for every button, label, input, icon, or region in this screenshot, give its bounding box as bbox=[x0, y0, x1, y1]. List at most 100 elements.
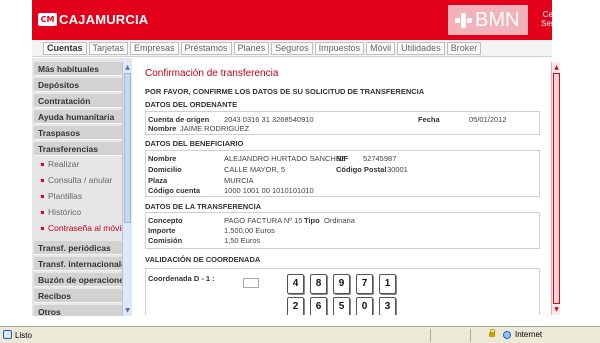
bmn-dots-icon bbox=[455, 13, 473, 28]
tipo-label: Tipo bbox=[304, 216, 320, 225]
sidebar: Más habituales Depósitos Contratación Ay… bbox=[32, 58, 132, 316]
page-icon bbox=[3, 330, 12, 339]
concepto-label: Concepto bbox=[148, 216, 183, 225]
sidebar-item-depositos[interactable]: Depósitos bbox=[34, 78, 124, 92]
tipo-value: Ordinaria bbox=[324, 216, 355, 225]
logout-label-line1: Cerrar bbox=[542, 10, 566, 19]
cajamurcia-logo: CAJAMURCIA bbox=[59, 12, 149, 27]
keypad-digit-button[interactable]: 7 bbox=[356, 274, 373, 294]
power-icon[interactable] bbox=[569, 13, 582, 26]
scroll-down-icon[interactable]: ▼ bbox=[552, 305, 561, 314]
transferencia-box: Concepto PAGO FACTURA Nº 15 Tipo Ordinar… bbox=[145, 212, 540, 249]
tab-utilidades[interactable]: Utilidades bbox=[397, 42, 445, 55]
sidebar-scrollbar[interactable]: ▲ ▼ bbox=[122, 62, 131, 316]
concepto-value: PAGO FACTURA Nº 15 bbox=[224, 216, 303, 225]
tab-empresas[interactable]: Empresas bbox=[130, 42, 179, 55]
internet-zone-icon bbox=[503, 331, 511, 339]
tab-tarjetas[interactable]: Tarjetas bbox=[88, 42, 129, 55]
sidebar-item-recibos[interactable]: Recibos bbox=[34, 289, 124, 303]
sidebar-subitem-contrasena-movil[interactable]: Contraseña al móvil bbox=[34, 221, 124, 236]
cuenta-origen-label: Cuenta de origen bbox=[148, 115, 210, 124]
coordenada-label: Coordenada D - 1 : bbox=[148, 274, 215, 283]
keypad-digit-button[interactable]: 4 bbox=[287, 274, 304, 294]
lock-icon bbox=[489, 329, 495, 337]
status-divider bbox=[430, 329, 431, 342]
coordenada-input[interactable] bbox=[243, 278, 259, 288]
scroll-down-icon[interactable]: ▼ bbox=[123, 306, 132, 315]
logout-link[interactable]: Cerrar Sesión bbox=[541, 10, 565, 28]
sidebar-item-transferencias[interactable]: Transferencias bbox=[34, 142, 124, 156]
sidebar-subitem-plantillas[interactable]: Plantillas bbox=[34, 189, 124, 204]
plaza-label: Plaza bbox=[148, 176, 168, 185]
sidebar-item-ayuda-humanitaria[interactable]: Ayuda humanitaria bbox=[34, 110, 124, 124]
transferencia-section-title: DATOS DE LA TRANSFERENCIA bbox=[145, 202, 262, 211]
codigo-postal-label: Código Postal bbox=[336, 165, 387, 174]
cm-logo-icon: CM bbox=[38, 13, 57, 26]
sidebar-item-contratacion[interactable]: Contratación bbox=[34, 94, 124, 108]
status-divider bbox=[470, 329, 471, 342]
coordenada-box: Coordenada D - 1 : 4 8 9 7 1 2 6 5 0 3 bbox=[145, 268, 540, 315]
sidebar-item-otros[interactable]: Otros bbox=[34, 305, 124, 316]
sidebar-item-mas-habituales[interactable]: Más habituales bbox=[34, 62, 124, 76]
keypad-digit-button[interactable]: 5 bbox=[333, 297, 350, 315]
scroll-up-icon[interactable]: ▲ bbox=[552, 63, 561, 72]
sidebar-subitem-historico[interactable]: Histórico bbox=[34, 205, 124, 220]
tab-planes[interactable]: Planes bbox=[233, 42, 270, 55]
comision-label: Comisión bbox=[148, 236, 183, 245]
keypad-digit-button[interactable]: 6 bbox=[310, 297, 327, 315]
browser-page: CM CAJAMURCIA BMN Cerrar Sesión Cuentas … bbox=[0, 0, 600, 343]
keypad-digit-button[interactable]: 8 bbox=[310, 274, 327, 294]
keypad-digit-button[interactable]: 0 bbox=[356, 297, 373, 315]
nif-value: 52745987 bbox=[363, 154, 397, 163]
content-scroll-thumb[interactable] bbox=[553, 73, 560, 304]
sidebar-item-transf-periodicas[interactable]: Transf. periódicas bbox=[34, 241, 124, 255]
ordenante-section-title: DATOS DEL ORDENANTE bbox=[145, 100, 238, 109]
tab-broker[interactable]: Broker bbox=[446, 42, 482, 55]
content-scrollbar[interactable]: ▲ ▼ bbox=[551, 62, 560, 315]
sidebar-item-buzon-operaciones[interactable]: Buzón de operaciones bbox=[34, 273, 124, 287]
domicilio-value: CALLE MAYOR, 5 bbox=[224, 165, 286, 174]
logout-label-line2: Sesión bbox=[541, 19, 566, 28]
tab-prestamos[interactable]: Préstamos bbox=[180, 42, 232, 55]
bmn-logo-text: BMN bbox=[475, 9, 520, 31]
header-bar: CM CAJAMURCIA BMN Cerrar Sesión bbox=[32, 0, 582, 40]
tab-impuestos[interactable]: Impuestos bbox=[314, 42, 365, 55]
domicilio-label: Domicilio bbox=[148, 165, 182, 174]
cuenta-origen-value: 2043 0316 31 3268540910 bbox=[224, 115, 314, 124]
codigo-postal-value: 30001 bbox=[387, 165, 408, 174]
ordenante-nombre-label: Nombre bbox=[148, 124, 177, 133]
beneficiario-box: Nombre ALEJANDRO HURTADO SANCHEZ NIF 527… bbox=[145, 150, 540, 197]
comision-value: 1,50 Euros bbox=[224, 236, 261, 245]
nif-label: NIF bbox=[336, 154, 349, 163]
bmn-logo: BMN bbox=[448, 5, 528, 35]
tab-movil[interactable]: Móvil bbox=[366, 42, 396, 55]
sidebar-subitem-consulta[interactable]: Consulta / anular bbox=[34, 173, 124, 188]
status-label: Listo bbox=[15, 331, 32, 340]
beneficiario-nombre-value: ALEJANDRO HURTADO SANCHEZ bbox=[224, 154, 346, 163]
keypad-digit-button[interactable]: 1 bbox=[379, 274, 396, 294]
ordenante-box: Cuenta de origen 2043 0316 31 3268540910… bbox=[145, 111, 540, 135]
importe-value: 1.500,00 Euros bbox=[224, 226, 275, 235]
scroll-up-icon[interactable]: ▲ bbox=[123, 63, 132, 72]
page-title: Confirmación de transferencia bbox=[145, 68, 279, 79]
main-content: Confirmación de transferencia POR FAVOR,… bbox=[140, 62, 546, 315]
importe-label: Importe bbox=[148, 226, 176, 235]
confirm-instructions: POR FAVOR, CONFIRME LOS DATOS DE SU SOLI… bbox=[145, 87, 425, 96]
tab-seguros[interactable]: Seguros bbox=[271, 42, 313, 55]
fecha-label: Fecha bbox=[418, 115, 440, 124]
keypad-digit-button[interactable]: 2 bbox=[287, 297, 304, 315]
tab-cuentas[interactable]: Cuentas bbox=[43, 42, 87, 55]
keypad-digit-button[interactable]: 3 bbox=[379, 297, 396, 315]
keypad-digit-button[interactable]: 9 bbox=[333, 274, 350, 294]
sidebar-item-transf-internacionales[interactable]: Transf. internacionales bbox=[34, 257, 124, 271]
beneficiario-section-title: DATOS DEL BENEFICIARIO bbox=[145, 139, 244, 148]
codigo-cuenta-value: 1000 1001 00 1010101010 bbox=[224, 186, 314, 195]
fecha-value: 05/01/2012 bbox=[469, 115, 507, 124]
sidebar-scroll-thumb[interactable] bbox=[124, 73, 131, 223]
sidebar-item-traspasos[interactable]: Traspasos bbox=[34, 126, 124, 140]
main-nav: Cuentas Tarjetas Empresas Préstamos Plan… bbox=[32, 40, 552, 57]
ordenante-nombre-value: JAIME RODRIGUEZ bbox=[180, 124, 250, 133]
codigo-cuenta-label: Código cuenta bbox=[148, 186, 201, 195]
coordenada-section-title: VALIDACIÓN DE COORDENADA bbox=[145, 255, 261, 264]
sidebar-subitem-realizar[interactable]: Realizar bbox=[34, 157, 124, 172]
